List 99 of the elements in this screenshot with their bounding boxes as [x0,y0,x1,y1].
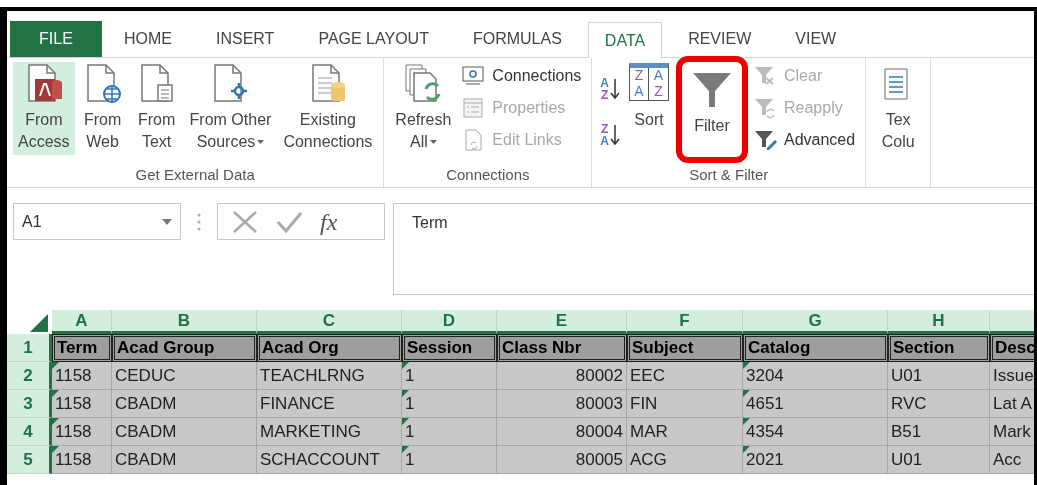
column-header[interactable]: E [497,310,627,334]
table-cell: 1158 [52,446,112,474]
reapply-filter-icon [754,97,778,119]
sort-button[interactable]: A Z [600,76,620,102]
table-cell: 1158 [52,418,112,446]
table-cell: 1 [402,418,497,446]
table-cell: U01 [888,446,990,474]
group-label: Get External Data [134,165,256,185]
select-all-corner-icon [30,314,48,332]
table-cell: MAR [627,418,743,446]
table-cell: RVC [888,390,990,418]
ribbon-button[interactable]: Existing Connections [278,62,378,155]
ribbon-tab[interactable]: FILE [10,21,102,57]
caret-icon [162,218,172,225]
column-header[interactable]: A [52,310,112,334]
table-cell: 1 [402,390,497,418]
table-cell: 80003 [497,390,627,418]
ribbon-button[interactable]: Z A A Z Sort [624,62,674,133]
row-header[interactable]: 5 [7,446,52,474]
group-label: Sort & Filter [688,165,770,185]
table-cell: 4354 [743,418,888,446]
table-header-cell: Session [402,334,497,362]
table-cell: 3204 [743,362,888,390]
ribbon-tab[interactable]: REVIEW [666,21,774,57]
ribbon-tab[interactable]: HOME [102,21,194,57]
table-cell: SCHACCOUNT [257,446,402,474]
table-cell: 1 [402,446,497,474]
row-header[interactable]: 1 [7,334,52,362]
table-cell: FINANCE [257,390,402,418]
row-header[interactable]: 4 [7,418,52,446]
table-header-cell: Term [52,334,112,362]
table-cell: 4651 [743,390,888,418]
table-cell: Mark [990,418,1034,446]
ribbon-button[interactable]: Advanced [754,128,856,152]
ribbon-tab[interactable]: INSERT [194,21,297,57]
table-cell: FIN [627,390,743,418]
table-header-cell: Subject [627,334,743,362]
name-box[interactable]: A1 [13,203,181,240]
sort-button[interactable]: Z A [600,122,620,148]
table-cell: CBADM [112,418,257,446]
table-cell: 1 [402,362,497,390]
table-cell: 80002 [497,362,627,390]
funnel-pencil-icon [754,129,778,151]
table-cell: Acc [990,446,1034,474]
ribbon-button[interactable]: Filter [686,68,738,139]
ribbon-button[interactable]: From Text [130,62,183,155]
formula-field[interactable]: Term [393,203,1034,295]
table-cell: Lat A [990,390,1034,418]
ribbon-button[interactable]: Refresh All [390,62,457,155]
column-header[interactable]: F [627,310,743,334]
table-cell: 1158 [52,390,112,418]
table-cell: 2021 [743,446,888,474]
column-header[interactable]: H [888,310,990,334]
group-label: Connections [445,165,531,185]
ribbon-tab[interactable]: VIEW [773,21,859,57]
ribbon-tab[interactable]: DATA [587,22,663,58]
table-header-cell: Acad Org [257,334,402,362]
ribbon-button[interactable]: From Other Sources [184,62,277,155]
down-arrow-icon [610,78,620,100]
ribbon-tab[interactable]: FORMULAS [450,21,584,57]
ribbon-tab[interactable]: PAGE LAYOUT [296,21,451,57]
table-cell: 80005 [497,446,627,474]
ribbon-button[interactable]: From Access [13,62,75,155]
table-header-cell: Catalog [743,334,888,362]
caret-icon [429,139,437,145]
table-cell: CBADM [112,446,257,474]
table-cell: CBADM [112,390,257,418]
column-header[interactable]: D [402,310,497,334]
ribbon-button[interactable]: From Web [76,62,129,155]
row-header[interactable]: 2 [7,362,52,390]
column-header[interactable]: C [257,310,402,334]
table-cell: ACG [627,446,743,474]
row-header[interactable]: 3 [7,390,52,418]
table-cell: Issue [990,362,1034,390]
connections-icon [462,65,487,87]
column-header[interactable]: G [743,310,888,334]
enter-button[interactable] [276,209,302,234]
table-header-cell: Section [888,334,990,362]
table-cell: U01 [888,362,990,390]
insert-function-button[interactable]: fx [320,209,338,234]
table-header-cell: Class Nbr [497,334,627,362]
grip-dots-icon [197,213,201,231]
column-header[interactable]: B [112,310,257,334]
check-icon [276,209,302,234]
caret-icon [257,139,265,145]
table-cell: 1158 [52,362,112,390]
down-arrow-icon [610,124,620,146]
cross-icon [232,209,258,234]
table-cell: EEC [627,362,743,390]
table-cell: TEACHLRNG [257,362,402,390]
table-cell: MARKETING [257,418,402,446]
ribbon-button[interactable]: Tex Colu [872,62,925,155]
table-header-cell: Acad Group [112,334,257,362]
table-cell: CEDUC [112,362,257,390]
table-cell: B51 [888,418,990,446]
ribbon-button[interactable]: Connections [462,64,582,88]
sort-dialog-icon: Z A A Z [629,63,669,101]
cancel-button[interactable] [232,209,258,234]
table-cell: 80004 [497,418,627,446]
